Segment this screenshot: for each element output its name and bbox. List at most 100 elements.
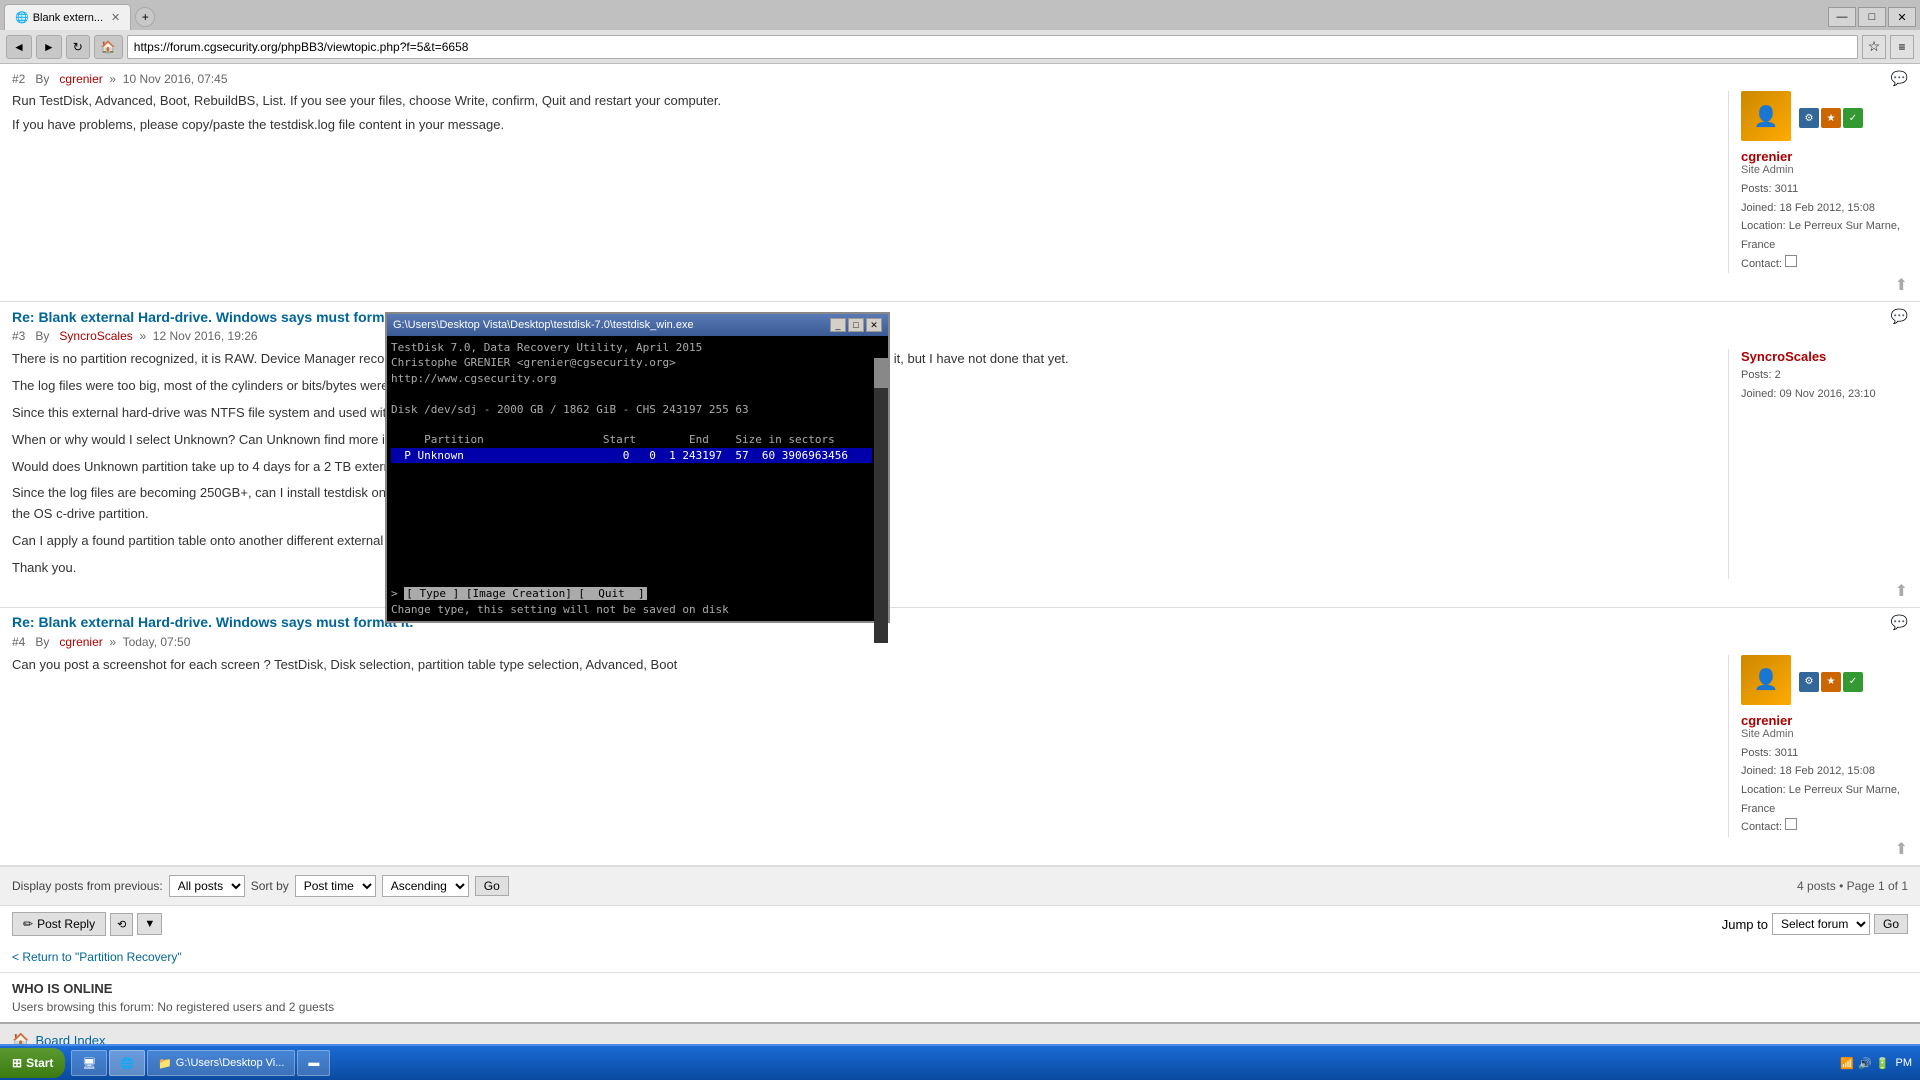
terminal-scroll-thumb[interactable] (874, 358, 888, 388)
post-2-date: 10 Nov 2016, 07:45 (123, 72, 228, 86)
taskbar-item-3[interactable]: ▬ (297, 1050, 330, 1076)
by-label-2: By (35, 72, 49, 86)
post-3-info: Posts: 2 Joined: 09 Nov 2016, 23:10 (1741, 366, 1908, 403)
terminal-empty-6 (391, 540, 872, 555)
windows-icon: ⊞ (12, 1056, 22, 1070)
post-4-avatar: 👤 (1741, 655, 1791, 705)
scroll-top-icon-3[interactable]: ⬆ (1895, 583, 1908, 600)
menu-icon[interactable]: ≡ (1890, 35, 1914, 59)
active-tab[interactable]: 🌐 Blank extern... ✕ (4, 4, 131, 30)
jump-go-btn[interactable]: Go (1874, 914, 1908, 934)
terminal-window[interactable]: G:\Users\Desktop Vista\Desktop\testdisk-… (385, 312, 890, 623)
post-2-header: #2 By cgrenier » 10 Nov 2016, 07:45 (12, 72, 228, 86)
post-4-username[interactable]: cgrenier (1741, 713, 1908, 728)
joined-label-2: Joined: (1741, 202, 1776, 214)
scroll-top-icon-2[interactable]: ⬆ (1895, 277, 1908, 294)
taskbar-label-2: G:\Users\Desktop Vi... (176, 1057, 285, 1069)
terminal-bottom-1[interactable]: > [ Type ] [Image Creation] [ Quit ] (391, 586, 872, 601)
post-3-username[interactable]: SyncroScales (1741, 349, 1908, 364)
home-btn[interactable]: 🏠 (94, 35, 123, 59)
post-4-content: Can you post a screenshot for each scree… (12, 655, 1728, 837)
post-2-text-1: Run TestDisk, Advanced, Boot, RebuildBS,… (12, 91, 1728, 111)
dropdown-action-btn[interactable]: ▼ (137, 913, 162, 935)
post-4-title-link[interactable]: Re: Blank external Hard-drive. Windows s… (12, 614, 413, 630)
tab-bar: 🌐 Blank extern... ✕ + — □ ✕ (0, 0, 1920, 30)
minimize-btn[interactable]: — (1828, 7, 1856, 27)
terminal-empty-2 (391, 479, 872, 494)
post-2-number: #2 (12, 72, 25, 86)
post-4-quote-icon[interactable]: 💬 (1891, 614, 1908, 631)
joined-date-2: 18 Feb 2012, 15:08 (1780, 202, 1875, 214)
back-btn[interactable]: ◄ (6, 35, 32, 59)
terminal-maximize-btn[interactable]: □ (848, 318, 864, 332)
sort-select[interactable]: Post time (295, 875, 376, 897)
tab-title: Blank extern... (33, 12, 103, 24)
terminal-bottom-2: Change type, this setting will not be sa… (391, 602, 872, 617)
post-2-username[interactable]: cgrenier (1741, 149, 1908, 164)
sort-label: Sort by (251, 879, 289, 893)
taskbar-item-2[interactable]: 📁 G:\Users\Desktop Vi... (147, 1050, 295, 1076)
display-options-left: Display posts from previous: All posts S… (12, 875, 509, 897)
go-button[interactable]: Go (475, 876, 509, 896)
post-3-title-link[interactable]: Re: Blank external Hard-drive. Windows s… (12, 309, 413, 325)
post-3-date: 12 Nov 2016, 19:26 (153, 329, 258, 343)
post-3-area: Re: Blank external Hard-drive. Windows s… (0, 302, 1920, 607)
location-label-2: Location: (1741, 220, 1786, 232)
post-4-area: Re: Blank external Hard-drive. Windows s… (0, 608, 1920, 866)
post-3-header: #3 By SyncroScales » 12 Nov 2016, 19:26 (12, 329, 1908, 343)
page-content: #2 By cgrenier » 10 Nov 2016, 07:45 💬 Ru… (0, 64, 1920, 1080)
refresh-btn[interactable]: ↻ (66, 35, 90, 59)
maximize-btn[interactable]: □ (1858, 7, 1886, 27)
post-4-number: #4 (12, 635, 25, 649)
post-4-author[interactable]: cgrenier (59, 635, 102, 649)
post-3-quote-icon[interactable]: 💬 (1891, 308, 1908, 325)
bookmark-star-icon[interactable]: ☆ (1862, 35, 1886, 59)
terminal-body: TestDisk 7.0, Data Recovery Utility, Apr… (387, 336, 888, 621)
post-2-text-2: If you have problems, please copy/paste … (12, 115, 1728, 135)
post-2-scroll: ⬆ (12, 275, 1908, 295)
nav-bar: ◄ ► ↻ 🏠 ☆ ≡ (0, 30, 1920, 64)
contact-checkbox-4[interactable] (1785, 818, 1797, 830)
secondary-action-btn[interactable]: ⟲ (110, 913, 133, 936)
by-label-3: By (35, 329, 49, 343)
browser-chrome: 🌐 Blank extern... ✕ + — □ ✕ ◄ ► ↻ 🏠 ☆ ≡ (0, 0, 1920, 64)
display-controls: Display posts from previous: All posts S… (0, 866, 1920, 905)
jump-to-select[interactable]: Select forum (1772, 913, 1870, 935)
post-3-sidebar: SyncroScales Posts: 2 Joined: 09 Nov 201… (1728, 349, 1908, 578)
action-bar: ✏ Post Reply ⟲ ▼ Jump to Select forum Go (0, 905, 1920, 942)
taskbar-item-1[interactable]: 🌐 (109, 1050, 145, 1076)
forward-btn[interactable]: ► (36, 35, 62, 59)
address-bar[interactable] (127, 35, 1858, 59)
taskbar-item-0[interactable]: 🖥 (71, 1050, 107, 1076)
terminal-empty-3 (391, 494, 872, 509)
start-button[interactable]: ⊞ Start (0, 1048, 65, 1078)
tab-close-btn[interactable]: ✕ (111, 11, 120, 24)
order-select[interactable]: Ascending (382, 875, 469, 897)
contact-checkbox-2[interactable] (1785, 255, 1797, 267)
terminal-line-4 (391, 386, 872, 401)
network-icon: 📶 (1840, 1057, 1854, 1070)
post-reply-button[interactable]: ✏ Post Reply (12, 912, 106, 936)
joined-date-4: 18 Feb 2012, 15:08 (1780, 765, 1875, 777)
close-btn[interactable]: ✕ (1888, 7, 1916, 27)
browser-icon: 🌐 (15, 11, 29, 24)
joined-label-4: Joined: (1741, 765, 1776, 777)
terminal-minimize-btn[interactable]: _ (830, 318, 846, 332)
terminal-titlebar: G:\Users\Desktop Vista\Desktop\testdisk-… (387, 314, 888, 336)
new-tab-btn[interactable]: + (135, 7, 155, 27)
post-2-author[interactable]: cgrenier (59, 72, 102, 86)
post-3-author[interactable]: SyncroScales (59, 329, 132, 343)
return-link[interactable]: < Return to "Partition Recovery" (12, 950, 182, 964)
terminal-scrollbar[interactable] (874, 358, 888, 643)
taskbar-right: 📶 🔊 🔋 PM (1832, 1057, 1920, 1070)
post-4-date: Today, 07:50 (123, 635, 191, 649)
post-2-quote-icon[interactable]: 💬 (1891, 70, 1908, 87)
post-3-number: #3 (12, 329, 25, 343)
posts-filter-select[interactable]: All posts (169, 875, 245, 897)
posts-label-3: Posts: (1741, 369, 1772, 381)
taskbar: ⊞ Start 🖥 🌐 📁 G:\Users\Desktop Vi... ▬ 📶… (0, 1044, 1920, 1080)
terminal-controls: _ □ ✕ (830, 318, 882, 332)
scroll-top-icon-4[interactable]: ⬆ (1895, 841, 1908, 858)
clock: PM (1896, 1057, 1913, 1069)
terminal-close-btn[interactable]: ✕ (866, 318, 882, 332)
